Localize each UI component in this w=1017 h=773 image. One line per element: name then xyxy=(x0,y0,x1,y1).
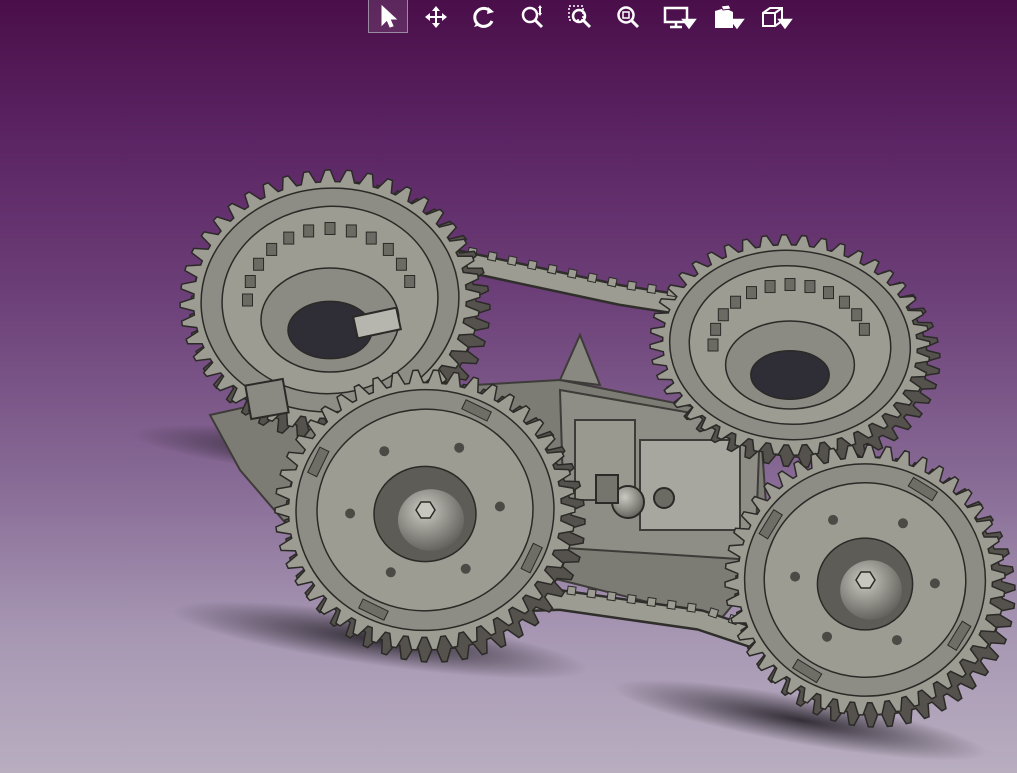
dropdown-arrow-icon[interactable] xyxy=(772,11,798,37)
zoom-area-icon xyxy=(568,5,592,29)
zoom-fit-icon xyxy=(617,6,640,29)
dropdown-arrow-icon[interactable] xyxy=(676,11,702,37)
rotate-button[interactable] xyxy=(464,1,504,33)
zoom-area-button[interactable] xyxy=(560,1,600,33)
dropdown-arrow-icon[interactable] xyxy=(724,11,750,37)
move-arrows-icon xyxy=(425,6,447,28)
gear-track-assembly-model[interactable] xyxy=(0,0,1017,773)
standard-views-button[interactable] xyxy=(752,1,793,33)
view-orientation-button[interactable] xyxy=(704,1,745,33)
display-mode-button[interactable] xyxy=(656,1,697,33)
zoom-button[interactable] xyxy=(512,1,552,33)
pan-button[interactable] xyxy=(416,1,456,33)
zoom-fit-button[interactable] xyxy=(608,1,648,33)
zoom-icon xyxy=(521,5,544,29)
select-button[interactable] xyxy=(368,0,408,33)
3d-viewport[interactable] xyxy=(0,0,1017,773)
cursor-arrow-icon xyxy=(381,4,398,28)
front-drive-wheel xyxy=(724,444,1016,728)
view-toolbar xyxy=(368,0,800,34)
rotate-icon xyxy=(473,6,494,28)
